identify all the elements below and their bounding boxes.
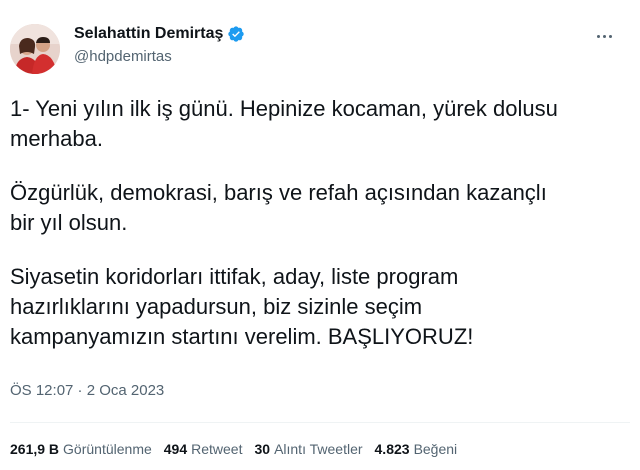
retweets-stat[interactable]: 494 Retweet	[164, 441, 243, 457]
tweet-line: kampanyamızın startını verelim. BAŞLIYOR…	[10, 324, 474, 349]
engagement-stats: 261,9 B Görüntülenme 494 Retweet 30 Alın…	[10, 441, 457, 457]
tweet-paragraph: 1- Yeni yılın ilk iş günü. Hepinize koca…	[10, 94, 630, 154]
tweet-line: merhaba.	[10, 126, 103, 151]
tweet-card: Selahattin Demirtaş @hdpdemirtas 1- Yeni…	[0, 0, 640, 470]
tweet-text: 1- Yeni yılın ilk iş günü. Hepinize koca…	[10, 94, 630, 376]
verified-badge-icon	[228, 26, 245, 42]
tweet-line: Özgürlük, demokrasi, barış ve refah açıs…	[10, 180, 547, 205]
quotes-label: Alıntı Tweetler	[274, 441, 363, 457]
author-handle[interactable]: @hdpdemirtas	[74, 48, 172, 65]
quotes-count: 30	[254, 441, 271, 457]
retweets-label: Retweet	[191, 441, 243, 457]
author-name[interactable]: Selahattin Demirtaş	[74, 25, 223, 43]
likes-count: 4.823	[374, 441, 410, 457]
likes-stat[interactable]: 4.823 Beğeni	[375, 441, 458, 457]
more-options-icon[interactable]	[592, 26, 616, 46]
likes-label: Beğeni	[413, 441, 458, 457]
quotes-stat[interactable]: 30 Alıntı Tweetler	[254, 441, 362, 457]
views-count: 261,9 B	[10, 441, 60, 457]
tweet-paragraph: Özgürlük, demokrasi, barış ve refah açıs…	[10, 178, 630, 238]
tweet-line: hazırlıklarını yapadursun, biz sizinle s…	[10, 294, 423, 319]
views-stat[interactable]: 261,9 B Görüntülenme	[10, 441, 152, 457]
retweets-count: 494	[163, 441, 188, 457]
tweet-line: bir yıl olsun.	[10, 210, 128, 235]
profile-avatar[interactable]	[10, 24, 60, 74]
views-label: Görüntülenme	[63, 441, 152, 457]
tweet-line: 1- Yeni yılın ilk iş günü. Hepinize koca…	[10, 96, 558, 121]
author-name-row[interactable]: Selahattin Demirtaş	[74, 25, 245, 43]
avatar-image	[10, 24, 60, 74]
tweet-line: Siyasetin koridorları ittifak, aday, lis…	[10, 264, 459, 289]
tweet-timestamp[interactable]: ÖS 12:07 · 2 Oca 2023	[10, 382, 164, 399]
tweet-paragraph: Siyasetin koridorları ittifak, aday, lis…	[10, 262, 630, 352]
divider	[10, 422, 630, 423]
